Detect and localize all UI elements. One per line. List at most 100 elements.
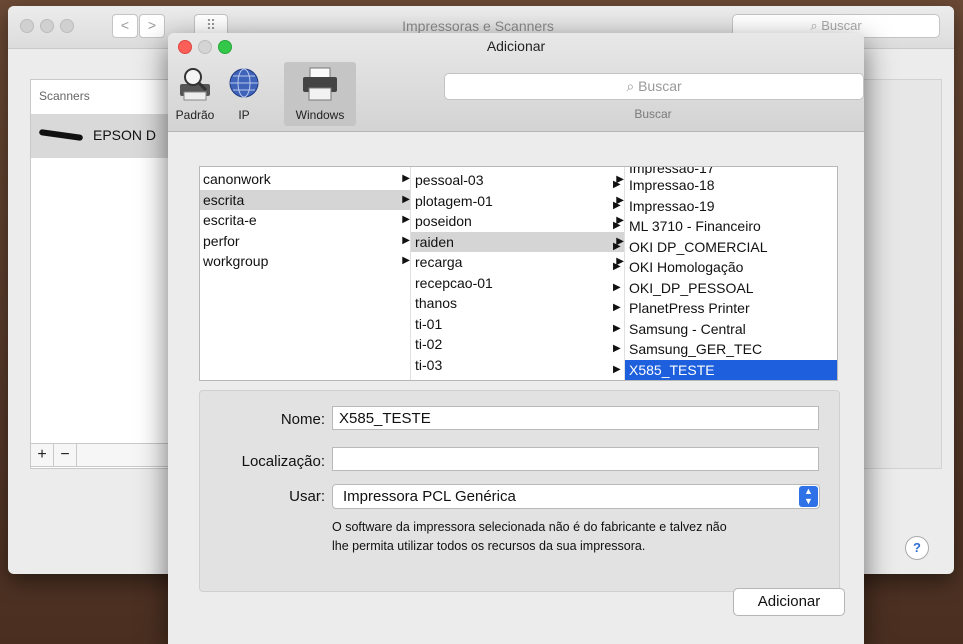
computer-item-label: ti-02 (415, 336, 443, 352)
workgroup-item-label: escrita (203, 191, 245, 208)
printer-item-label: OKI DP_COMERCIAL (629, 238, 768, 255)
printer-item-label: Impressao-18 (629, 177, 715, 193)
printer-item-partial[interactable]: Impressao-17 (625, 167, 837, 175)
computer-item-label: pessoal-03 (415, 172, 484, 188)
computer-item[interactable]: poseidon ▶ (411, 211, 624, 232)
location-label: Localização: (241, 453, 325, 470)
disclosure-arrow-icon: ▶ (613, 322, 621, 334)
computer-column[interactable]: pessoal-03 ▶ plotagem-01 ▶ poseidon ▶ raiden ▶ r… (411, 167, 625, 380)
disclosure-arrow-icon: ▶ (402, 193, 410, 205)
computer-item-label: ti-03 (415, 356, 443, 373)
disclosure-arrow-icon: ▶ (613, 363, 621, 375)
workgroup-item-label: workgroup (203, 253, 269, 269)
workgroup-item-label: perfor (203, 232, 240, 249)
printer-item[interactable]: ML 3710 - Financeiro ▶ (613, 216, 837, 237)
location-field[interactable] (332, 447, 819, 471)
printer-item[interactable]: Samsung_GER_TEC ▶ (613, 339, 837, 360)
driver-warning-line2: lhe permita utilizar todos os recursos d… (332, 539, 646, 553)
computer-item[interactable]: thanos (411, 293, 624, 314)
dialog-toolbar: Adicionar Padrão IP Windows ⌕ Buscar Bus… (168, 33, 864, 132)
computer-item-label: plotagem-01 (415, 192, 493, 209)
computer-item[interactable]: recarga ▶ (411, 252, 624, 273)
scanner-icon (38, 128, 84, 142)
name-field[interactable]: X585_TESTE (332, 406, 819, 430)
disclosure-arrow-icon: ▶ (613, 343, 621, 354)
disclosure-arrow-icon: ▶ (613, 302, 621, 313)
driver-warning: O software da impressora selecionada não… (332, 518, 832, 556)
close-dot-inactive[interactable] (20, 19, 34, 33)
workgroup-item-label: escrita-e (203, 212, 257, 228)
disclosure-arrow-icon: ▶ (613, 179, 621, 190)
forward-button[interactable]: > (139, 14, 165, 38)
workgroup-item[interactable]: escrita ▶ (200, 189, 410, 210)
printer-item-label: PlanetPress Printer (629, 300, 750, 316)
scanner-label: EPSON D (93, 127, 157, 143)
printer-item[interactable]: X585_TESTE ▶ (613, 359, 837, 380)
add-printer-button[interactable]: + (31, 444, 54, 466)
driver-select[interactable]: Impressora PCL Genérica ▲ ▼ (332, 484, 820, 509)
toolbar-windows-button[interactable]: Windows (284, 62, 356, 126)
select-stepper-icon: ▲ ▼ (799, 486, 818, 507)
computer-item-label: thanos (415, 295, 458, 311)
toolbar-default-button[interactable]: Padrão (172, 62, 218, 126)
computer-item[interactable]: ti-01 (411, 314, 624, 335)
printer-column[interactable]: Impressao-17 Impressao-18 ▶ Impressao-19 ▶ ML… (613, 167, 837, 380)
computer-item-label: recepcao-01 (415, 274, 493, 291)
printer-item[interactable]: OKI Homologação ▶ (613, 257, 837, 278)
search-caption: Buscar (634, 107, 672, 121)
computer-item[interactable]: pessoal-03 ▶ (411, 170, 624, 191)
computer-item[interactable]: ti-03 (411, 355, 624, 376)
disclosure-arrow-icon: ▶ (613, 281, 621, 293)
computer-item[interactable]: raiden ▶ (411, 231, 624, 252)
printer-settings-panel: Nome: X585_TESTE Localização: Usar: Impr… (199, 390, 840, 592)
toolbar-label-windows: Windows (295, 108, 345, 122)
printer-item-label: Samsung - Central (629, 320, 746, 337)
computer-item[interactable]: ti-02 (411, 334, 624, 355)
computer-item-label: raiden (415, 233, 454, 250)
disclosure-arrow-icon: ▶ (613, 240, 621, 252)
printer-item[interactable]: Impressao-18 ▶ (613, 175, 837, 196)
add-button[interactable]: Adicionar (733, 588, 845, 616)
dialog-search-placeholder: Buscar (638, 78, 682, 94)
printer-item-label: OKI Homologação (629, 259, 744, 275)
globe-icon (229, 68, 259, 98)
printer-item[interactable]: Samsung - Central ▶ (613, 319, 837, 340)
printer-item[interactable]: OKI_DP_PESSOAL ▶ (613, 278, 837, 299)
workgroup-item[interactable]: canonwork ▶ (200, 169, 410, 190)
network-browser[interactable]: canonwork ▶ escrita ▶ escrita-e ▶ perfor ▶ workg… (199, 166, 838, 381)
computer-item[interactable]: plotagem-01 ▶ (411, 191, 624, 212)
computer-item-label: ti-01 (415, 315, 443, 332)
help-button[interactable]: ? (905, 536, 929, 560)
window-search-placeholder: Buscar (821, 18, 862, 33)
back-button[interactable]: < (112, 14, 138, 38)
computer-item[interactable]: recepcao-01 (411, 273, 624, 294)
dialog-search-field[interactable]: ⌕ Buscar (444, 73, 864, 100)
printer-item[interactable]: OKI DP_COMERCIAL ▶ (613, 237, 837, 258)
toolbar-label-default: Padrão (175, 108, 215, 122)
minimize-dot-inactive[interactable] (40, 19, 54, 33)
computer-item-label: poseidon (415, 213, 472, 229)
disclosure-arrow-icon: ▶ (402, 234, 410, 246)
workgroup-item[interactable]: workgroup ▶ (200, 251, 410, 272)
printer-item[interactable]: Impressao-19 ▶ (613, 196, 837, 217)
workgroup-column[interactable]: canonwork ▶ escrita ▶ escrita-e ▶ perfor ▶ workg… (200, 167, 411, 380)
dialog-title: Adicionar (486, 38, 546, 54)
name-label: Nome: (280, 411, 325, 428)
remove-printer-button[interactable]: − (54, 444, 77, 466)
workgroup-item-label: canonwork (203, 171, 271, 187)
toolbar-label-ip: IP (238, 108, 250, 122)
disclosure-arrow-icon: ▶ (402, 214, 410, 225)
printer-item-label: ML 3710 - Financeiro (629, 218, 761, 234)
workgroup-item[interactable]: escrita-e ▶ (200, 210, 410, 231)
zoom-dot-inactive[interactable] (60, 19, 74, 33)
computer-item-label: recarga (415, 254, 463, 270)
printer-item-label: OKI_DP_PESSOAL (629, 279, 754, 296)
printer-list[interactable]: Scanners EPSON D (30, 79, 177, 469)
list-item-scanner[interactable]: EPSON D (31, 114, 176, 158)
printer-item-label: Impressao-19 (629, 197, 715, 214)
toolbar-ip-button[interactable]: IP (222, 62, 266, 126)
workgroup-item[interactable]: perfor ▶ (200, 231, 410, 252)
disclosure-arrow-icon: ▶ (402, 255, 410, 266)
driver-select-value: Impressora PCL Genérica (343, 488, 516, 505)
printer-item[interactable]: PlanetPress Printer ▶ (613, 298, 837, 319)
